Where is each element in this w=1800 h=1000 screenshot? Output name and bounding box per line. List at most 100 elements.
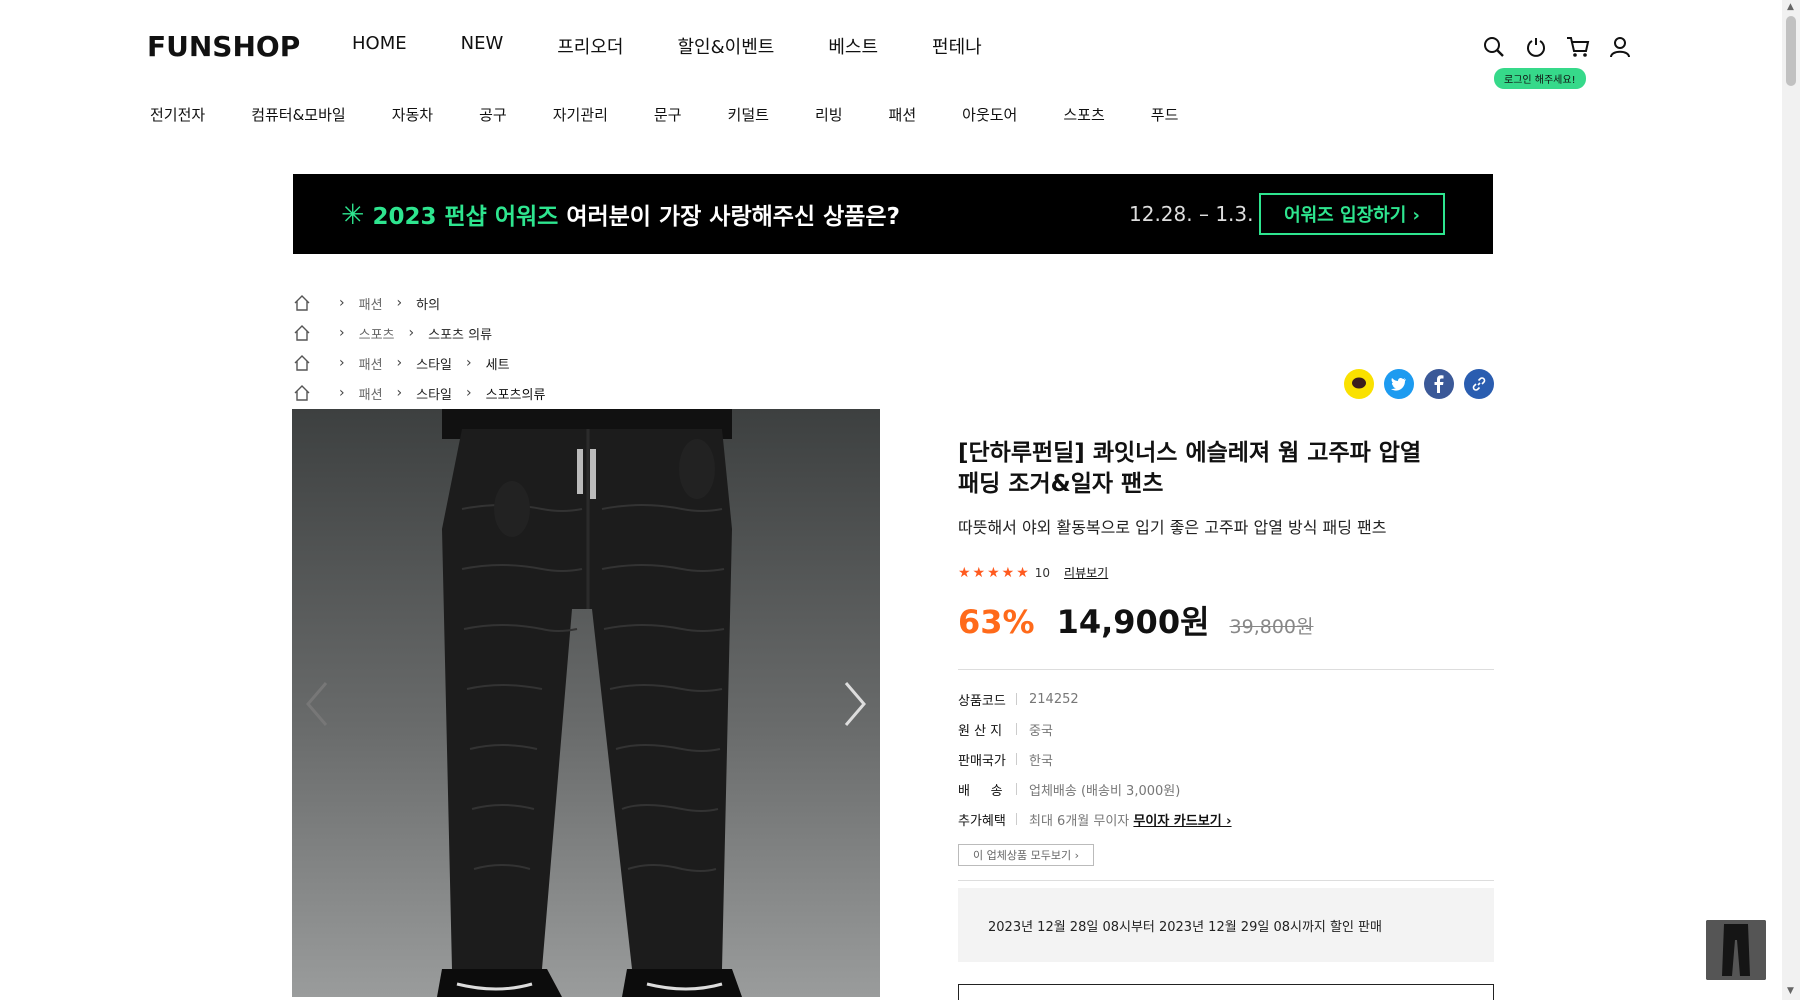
chevron-right-icon: ›: [408, 325, 415, 341]
nav-new[interactable]: NEW: [461, 33, 504, 59]
chevron-right-icon: ›: [396, 295, 403, 311]
scrollbar[interactable]: ▲ ▼: [1782, 0, 1800, 1000]
spec-row: 상품코드 214252: [958, 684, 1494, 714]
product-title-line: 패딩 조거&일자 팬츠: [958, 471, 1164, 497]
recent-view-thumbnail[interactable]: [1706, 920, 1766, 980]
header-icons: [1480, 33, 1634, 61]
nav-preorder[interactable]: 프리오더: [557, 33, 623, 59]
home-icon[interactable]: [293, 354, 311, 372]
review-count: 10: [1034, 565, 1051, 580]
power-icon[interactable]: [1522, 33, 1550, 61]
nav-funtena[interactable]: 펀테나: [932, 33, 982, 59]
breadcrumb-link[interactable]: 스포츠 의류: [428, 324, 492, 343]
breadcrumb-link[interactable]: 스포츠의류: [486, 384, 546, 403]
product-title-line: [단하루펀딜] 콰잇너스 에슬레져 웜 고주파 압열: [958, 440, 1422, 466]
category-item[interactable]: 아웃도어: [962, 104, 1017, 125]
asterisk-icon: ✳: [341, 197, 365, 231]
breadcrumb-link[interactable]: 패션: [359, 354, 383, 373]
spec-value: 한국: [1029, 753, 1053, 769]
login-badge[interactable]: 로그인 해주세요!: [1494, 68, 1586, 89]
category-item[interactable]: 전기전자: [150, 104, 205, 125]
awards-enter-button[interactable]: 어워즈 입장하기 ›: [1259, 193, 1445, 235]
option-select[interactable]: [958, 984, 1494, 1000]
breadcrumb-link[interactable]: 패션: [359, 294, 383, 313]
spec-key: 배 송: [958, 783, 1003, 799]
spec-row: 추가혜택 최대 6개월 무이자 무이자 카드보기 ›: [958, 804, 1494, 834]
category-nav: 전기전자 컴퓨터&모바일 자동차 공구 자기관리 문구 키덜트 리빙 패션 아웃…: [150, 104, 1178, 125]
price-row: 63% 14,900원 39,800원: [958, 597, 1494, 643]
nav-home[interactable]: HOME: [352, 33, 407, 59]
category-item[interactable]: 키덜트: [728, 104, 769, 125]
breadcrumb: › 패션 › 스타일 › 스포츠의류: [293, 378, 545, 408]
chevron-right-icon: ›: [339, 295, 345, 311]
spec-row: 판매국가 한국: [958, 744, 1494, 774]
spec-key: 상품코드: [958, 693, 1006, 709]
spec-value: 중국: [1029, 723, 1053, 739]
interest-free-card-link[interactable]: 무이자 카드보기 ›: [1133, 814, 1231, 829]
nav-best[interactable]: 베스트: [828, 33, 878, 59]
scrollbar-thumb[interactable]: [1786, 16, 1796, 86]
spec-key: 추가혜택: [958, 813, 1006, 829]
spec-list: 상품코드 214252 원 산 지 중국 판매국가 한국 배 송 업체배송 (배…: [958, 684, 1494, 834]
category-item[interactable]: 공구: [479, 104, 507, 125]
facebook-share-icon[interactable]: [1424, 369, 1454, 399]
breadcrumb-link[interactable]: 패션: [359, 384, 383, 403]
review-link[interactable]: 리뷰보기: [1064, 564, 1108, 581]
spec-row: 원 산 지 중국: [958, 714, 1494, 744]
sale-period-box: 2023년 12월 28일 08시부터 2023년 12월 29일 08시까지 …: [958, 888, 1494, 962]
home-icon[interactable]: [293, 384, 311, 402]
user-icon[interactable]: [1606, 33, 1634, 61]
banner-highlight: 2023 펀샵 어워즈: [372, 204, 559, 230]
category-item[interactable]: 리빙: [815, 104, 843, 125]
chevron-right-icon: ›: [339, 385, 345, 401]
discount-rate: 63%: [958, 603, 1035, 641]
next-image-button[interactable]: [840, 679, 870, 729]
breadcrumb: › 패션 › 스타일 › 세트: [293, 348, 545, 378]
breadcrumb: › 스포츠 › 스포츠 의류: [293, 318, 545, 348]
category-item[interactable]: 자동차: [392, 104, 433, 125]
breadcrumb-link[interactable]: 스타일: [416, 354, 452, 373]
divider: [958, 669, 1494, 670]
breadcrumb-link[interactable]: 스포츠: [359, 324, 395, 343]
prev-image-button[interactable]: [302, 679, 332, 729]
breadcrumb-link[interactable]: 하의: [416, 294, 440, 313]
product-title: [단하루펀딜] 콰잇너스 에슬레져 웜 고주파 압열 패딩 조거&일자 팬츠: [958, 438, 1494, 500]
category-item[interactable]: 스포츠: [1063, 104, 1104, 125]
category-item[interactable]: 컴퓨터&모바일: [251, 104, 346, 125]
breadcrumb-link[interactable]: 세트: [486, 354, 510, 373]
breadcrumb-link[interactable]: 스타일: [416, 384, 452, 403]
home-icon[interactable]: [293, 294, 311, 312]
nav-sale-event[interactable]: 할인&이벤트: [678, 33, 775, 59]
link-copy-icon[interactable]: [1464, 369, 1494, 399]
category-item[interactable]: 자기관리: [553, 104, 608, 125]
scroll-down-icon[interactable]: ▼: [1787, 986, 1794, 996]
divider: [958, 880, 1494, 881]
banner-text: 여러분이 가장 사랑해주신 상품은?: [566, 204, 900, 230]
sale-price: 14,900원: [1056, 603, 1210, 641]
logo[interactable]: FUNSHOP: [147, 30, 300, 63]
category-item[interactable]: 문구: [654, 104, 682, 125]
spec-value-text: 최대 6개월 무이자: [1029, 813, 1130, 829]
search-icon[interactable]: [1480, 33, 1508, 61]
twitter-share-icon[interactable]: [1384, 369, 1414, 399]
all-vendor-products-button[interactable]: 이 업체상품 모두보기 ›: [958, 844, 1094, 866]
product-subtitle: 따뜻해서 야외 활동복으로 입기 좋은 고주파 압열 방식 패딩 팬츠: [958, 518, 1387, 537]
top-nav: HOME NEW 프리오더 할인&이벤트 베스트 펀테나: [352, 33, 1036, 59]
spec-value: 최대 6개월 무이자 무이자 카드보기 ›: [1029, 810, 1232, 829]
category-item[interactable]: 패션: [889, 104, 917, 125]
scroll-up-icon[interactable]: ▲: [1787, 2, 1794, 12]
banner-date: 12.28. – 1.3.: [1129, 202, 1254, 226]
chevron-right-icon: ›: [396, 385, 403, 401]
awards-banner[interactable]: ✳ 2023 펀샵 어워즈 여러분이 가장 사랑해주신 상품은? 12.28. …: [293, 174, 1493, 254]
rating: ★★★★★ 10 리뷰보기: [958, 564, 1494, 581]
category-item[interactable]: 푸드: [1151, 104, 1179, 125]
chevron-right-icon: ›: [396, 355, 403, 371]
pants-illustration: [437, 409, 742, 997]
breadcrumbs: › 패션 › 하의 › 스포츠 › 스포츠 의류 › 패션 › 스타일 › 세트…: [293, 288, 545, 408]
product-info: [단하루펀딜] 콰잇너스 에슬레져 웜 고주파 압열 패딩 조거&일자 팬츠 따…: [958, 438, 1494, 962]
product-image[interactable]: [292, 409, 880, 997]
share-buttons: [1344, 369, 1494, 399]
home-icon[interactable]: [293, 324, 311, 342]
cart-icon[interactable]: [1564, 33, 1592, 61]
kakao-share-icon[interactable]: [1344, 369, 1374, 399]
